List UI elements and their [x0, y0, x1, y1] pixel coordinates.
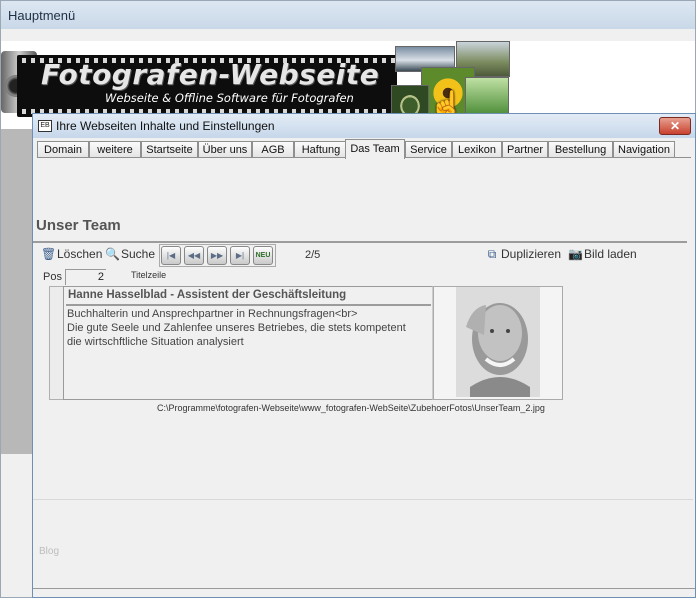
- tab-navigation[interactable]: Navigation: [613, 141, 675, 158]
- first-icon: |◀: [166, 251, 176, 260]
- tab-domain[interactable]: Domain: [37, 141, 89, 158]
- load-image-label: Bild laden: [584, 247, 637, 261]
- search-label: Suche: [121, 247, 156, 261]
- blog-label: Blog: [39, 546, 60, 557]
- load-image-button[interactable]: 📷 Bild laden: [568, 247, 637, 261]
- duplicate-label: Duplizieren: [501, 247, 562, 261]
- app-icon: EB: [38, 120, 52, 132]
- last-icon: ▶|: [235, 251, 245, 260]
- title-field[interactable]: Hanne Hasselblad - Assistent der Geschäf…: [66, 288, 431, 306]
- record-toolbar: 🗑 Löschen 🔍 Suche |◀ ◀◀ ▶▶ ▶| NEU 2/5 ⧉ …: [33, 241, 687, 268]
- dialog-title: Ihre Webseiten Inhalte und Einstellungen: [56, 119, 275, 133]
- tab-partner[interactable]: Partner: [502, 141, 548, 158]
- camera-icon: 📷: [568, 247, 583, 261]
- left-strip: [1, 129, 34, 454]
- bottom-divider: [33, 588, 695, 589]
- next-record-button[interactable]: ▶▶: [207, 246, 227, 265]
- search-button[interactable]: 🔍 Suche: [105, 247, 155, 261]
- tab-bar: Domain weitere Startseite Über uns AGB H…: [37, 139, 691, 159]
- search-icon: 🔍: [105, 247, 120, 261]
- tab-agb[interactable]: AGB: [252, 141, 294, 158]
- new-record-button[interactable]: NEU: [253, 246, 273, 265]
- pos-label: Pos: [43, 271, 62, 283]
- trash-icon: 🗑: [41, 247, 57, 261]
- description-field[interactable]: Buchhalterin und Ansprechpartner in Rech…: [67, 307, 427, 349]
- main-window-titlebar: Hauptmenü: [1, 1, 695, 29]
- image-path: C:\Programme\fotografen-Webseite\www_fot…: [157, 403, 545, 413]
- delete-label: Löschen: [57, 247, 103, 261]
- prev-icon: ◀◀: [187, 251, 201, 260]
- pos-field[interactable]: 2: [65, 269, 106, 285]
- last-record-button[interactable]: ▶|: [230, 246, 250, 265]
- first-record-button[interactable]: |◀: [161, 246, 181, 265]
- dialog-titlebar[interactable]: EB Ihre Webseiten Inhalte und Einstellun…: [33, 114, 695, 138]
- next-icon: ▶▶: [210, 251, 224, 260]
- duplicate-button[interactable]: ⧉ Duplizieren: [485, 247, 561, 261]
- delete-button[interactable]: 🗑 Löschen: [41, 247, 102, 261]
- banner-subtitle: Webseite & Offline Software für Fotograf…: [105, 91, 354, 105]
- prev-record-button[interactable]: ◀◀: [184, 246, 204, 265]
- banner-title: Fotografen-Webseite: [41, 58, 380, 91]
- main-window-title: Hauptmenü: [8, 8, 76, 23]
- tab-startseite[interactable]: Startseite: [141, 141, 198, 158]
- section-title: Unser Team: [36, 217, 121, 234]
- tab-haftung[interactable]: Haftung: [294, 141, 348, 158]
- tab-bestellung[interactable]: Bestellung: [548, 141, 613, 158]
- tab-lexikon[interactable]: Lexikon: [452, 141, 502, 158]
- duplicate-icon: ⧉: [487, 247, 497, 261]
- bottom-pane: [33, 499, 693, 588]
- team-portrait: [456, 287, 540, 397]
- tab-das-team[interactable]: Das Team: [345, 139, 405, 159]
- record-position: 2/5: [305, 249, 321, 261]
- tab-service[interactable]: Service: [405, 141, 452, 158]
- image-panel[interactable]: [433, 286, 563, 400]
- tab-weitere[interactable]: weitere: [89, 141, 141, 158]
- tab-ueber-uns[interactable]: Über uns: [198, 141, 252, 158]
- title-label: Titelzeile: [131, 270, 167, 280]
- photo-soccer: [465, 77, 509, 115]
- content-dialog: EB Ihre Webseiten Inhalte und Einstellun…: [32, 113, 696, 598]
- close-button[interactable]: ✕: [659, 117, 691, 135]
